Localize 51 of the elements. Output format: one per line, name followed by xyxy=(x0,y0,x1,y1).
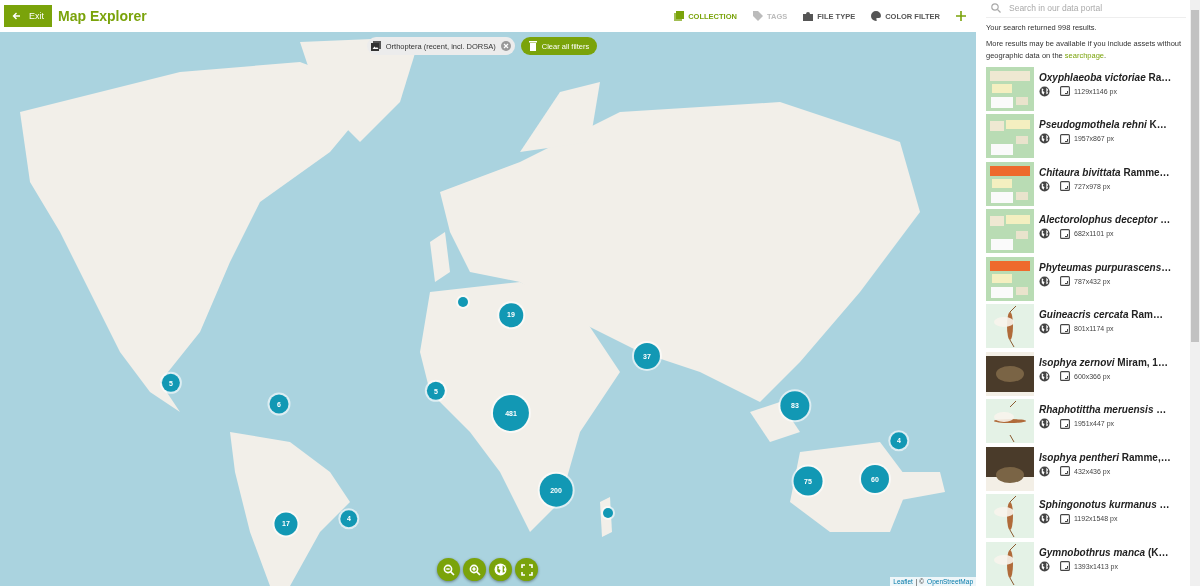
remove-icon[interactable] xyxy=(500,41,511,51)
globe-icon[interactable] xyxy=(1039,560,1050,572)
globe-icon[interactable] xyxy=(1039,418,1050,429)
globe-icon[interactable] xyxy=(1039,133,1050,144)
result-title[interactable]: Chitaura bivittata Ramme… xyxy=(1039,166,1170,178)
result-title[interactable]: Oxyphlaeoba victoriae Ra… xyxy=(1039,71,1172,83)
map-point-marker[interactable] xyxy=(458,297,468,307)
scrollbar[interactable] xyxy=(1190,0,1200,586)
palette-icon xyxy=(871,11,882,21)
trash-icon xyxy=(528,41,537,51)
globe-icon[interactable] xyxy=(1039,370,1050,382)
globe-icon[interactable] xyxy=(1039,85,1050,97)
globe-icon xyxy=(494,563,507,576)
add-icon[interactable] xyxy=(956,11,966,21)
globe-icon[interactable] xyxy=(1039,465,1050,477)
image-size-icon xyxy=(1060,561,1070,571)
back-arrow-icon xyxy=(12,12,21,20)
globe-icon[interactable] xyxy=(1039,323,1050,334)
image-size-icon xyxy=(1060,133,1070,144)
image-size-icon xyxy=(1060,228,1070,239)
zoom-out-icon xyxy=(442,563,455,576)
result-title[interactable]: Isophya pentheri Ramme,… xyxy=(1039,451,1171,463)
image-size-icon xyxy=(1060,466,1070,476)
result-title[interactable]: Isophya zernovi Miram, 1… xyxy=(1039,356,1168,368)
search-icon xyxy=(991,3,1001,14)
exit-button[interactable]: Exit xyxy=(4,5,52,27)
image-size-icon xyxy=(1060,86,1070,96)
result-title[interactable]: Guineacris cercata Ram… xyxy=(1039,309,1163,320)
image-size-icon xyxy=(1060,181,1070,191)
result-title[interactable]: Rhaphotittha meruensis … xyxy=(1039,404,1167,415)
result-title[interactable]: Gymnobothrus manca (K… xyxy=(1039,546,1169,558)
globe-icon[interactable] xyxy=(1039,513,1050,524)
result-title[interactable]: Alectorolophus deceptor … xyxy=(1039,214,1171,225)
collection-icon xyxy=(370,41,381,51)
result-title[interactable]: Phyteumas purpurascens… xyxy=(1039,261,1172,273)
fullscreen-icon xyxy=(520,563,533,576)
page-title: Map Explorer xyxy=(58,8,147,24)
image-size-icon xyxy=(1060,276,1070,286)
result-title[interactable]: Sphingonotus kurmanus … xyxy=(1039,499,1170,510)
globe-icon[interactable] xyxy=(1039,275,1050,287)
image-size-icon xyxy=(1060,418,1070,429)
image-size-icon xyxy=(1060,513,1070,524)
image-size-icon xyxy=(1060,371,1070,381)
globe-icon[interactable] xyxy=(1039,228,1050,239)
map-point-marker[interactable] xyxy=(603,508,613,518)
image-size-icon xyxy=(1060,323,1070,334)
globe-icon[interactable] xyxy=(1039,180,1050,192)
zoom-in-icon xyxy=(468,563,481,576)
collection-icon xyxy=(674,11,685,21)
result-title[interactable]: Pseudogmothela rehni K… xyxy=(1039,119,1167,130)
tag-icon xyxy=(752,11,763,21)
